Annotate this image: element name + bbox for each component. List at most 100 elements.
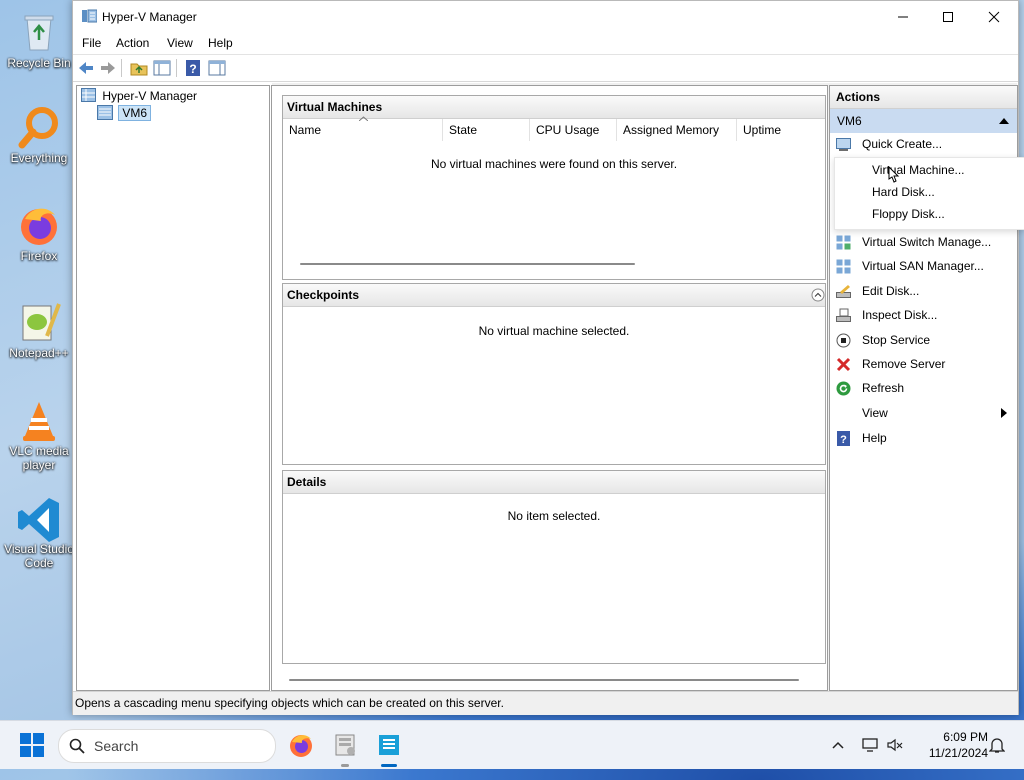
taskbar-search-box[interactable]: Search — [58, 729, 276, 763]
inspect-disk-icon — [836, 308, 851, 322]
chevron-up-icon[interactable] — [832, 741, 844, 749]
network-icon[interactable] — [862, 738, 878, 752]
menu-file[interactable]: File — [82, 36, 101, 50]
desktop-icon-label: VLC media player — [9, 444, 69, 472]
action-remove-server[interactable]: Remove Server — [830, 353, 1016, 375]
column-state[interactable]: State — [443, 119, 530, 141]
help-icon: ? — [837, 431, 850, 446]
close-button[interactable] — [971, 1, 1017, 32]
collapse-arrow-icon — [999, 118, 1009, 124]
desktop-icon-vscode[interactable]: Visual Studio Code — [0, 496, 78, 570]
toolbar-divider — [176, 59, 177, 77]
window-title: Hyper-V Manager — [102, 10, 197, 24]
show-hide-tree-icon[interactable] — [153, 59, 171, 77]
action-view[interactable]: View — [830, 402, 1016, 424]
checkpoints-section: Checkpoints No virtual machine selected. — [282, 283, 826, 465]
column-assigned-memory[interactable]: Assigned Memory — [617, 119, 737, 141]
desktop-icon-firefox[interactable]: Firefox — [0, 203, 78, 263]
submenu-item-hard-disk[interactable]: Hard Disk... — [872, 185, 935, 199]
search-placeholder: Search — [94, 738, 139, 754]
actions-section-label: VM6 — [837, 114, 862, 128]
quick-create-icon — [836, 138, 851, 151]
tree-item-hyperv-manager[interactable]: Hyper-V Manager — [81, 88, 197, 103]
menu-help[interactable]: Help — [208, 36, 233, 50]
tree-label: Hyper-V Manager — [102, 89, 198, 103]
title-bar[interactable]: Hyper-V Manager — [73, 1, 1018, 32]
stop-icon — [836, 333, 851, 348]
up-folder-icon[interactable] — [130, 59, 148, 77]
start-icon[interactable] — [20, 733, 44, 757]
tree-label: VM6 — [118, 105, 152, 121]
virtual-machines-section: Virtual Machines Name State CPU Usage As… — [282, 95, 826, 280]
taskbar-hyperv-icon[interactable] — [376, 732, 402, 758]
desktop-icon-vlc[interactable]: VLC media player — [0, 398, 78, 472]
desktop-icon-label: Everything — [10, 151, 68, 165]
san-icon — [836, 259, 851, 274]
scrollbar-thumb[interactable] — [300, 263, 635, 265]
actions-section-vm6[interactable]: VM6 — [830, 109, 1017, 133]
clock-date: 11/21/2024 — [928, 746, 988, 760]
empty-vm-message: No virtual machines were found on this s… — [430, 157, 678, 171]
desktop-icon-everything[interactable]: Everything — [0, 105, 78, 165]
column-name[interactable]: Name — [283, 119, 443, 141]
status-bar: Opens a cascading menu specifying object… — [73, 691, 1018, 715]
desktop-icon-notepadpp[interactable]: Notepad++ — [0, 300, 78, 360]
desktop-icon-recycle-bin[interactable]: Recycle Bin — [0, 10, 78, 70]
remove-icon — [836, 357, 851, 372]
center-horizontal-scrollbar[interactable] — [282, 676, 824, 684]
submenu-item-floppy-disk[interactable]: Floppy Disk... — [872, 207, 945, 221]
menu-view[interactable]: View — [167, 36, 193, 50]
menu-action[interactable]: Action — [116, 36, 149, 50]
taskbar-active-indicator — [341, 764, 349, 767]
desktop-icon-label: Firefox — [20, 249, 58, 263]
show-hide-action-pane-icon[interactable] — [208, 59, 226, 77]
action-virtual-switch-manager[interactable]: Virtual Switch Manage... — [830, 231, 1016, 253]
mouse-cursor-icon — [888, 166, 900, 183]
action-refresh[interactable]: Refresh — [830, 377, 1016, 399]
firefox-icon — [17, 203, 61, 247]
speaker-muted-icon[interactable] — [887, 738, 903, 752]
action-virtual-san-manager[interactable]: Virtual SAN Manager... — [830, 255, 1016, 277]
maximize-icon — [943, 11, 953, 22]
vlc-icon — [17, 398, 61, 442]
clock[interactable]: 6:09 PM 11/21/2024 — [912, 729, 988, 761]
maximize-button[interactable] — [925, 1, 971, 32]
desktop-icon-label: Notepad++ — [9, 346, 69, 360]
collapse-icon[interactable] — [811, 288, 825, 302]
scrollbar-thumb[interactable] — [289, 679, 799, 681]
refresh-icon — [836, 381, 851, 396]
clock-time: 6:09 PM — [943, 730, 988, 744]
forward-arrow-icon[interactable] — [99, 59, 117, 77]
back-arrow-icon[interactable] — [77, 59, 95, 77]
taskbar-file-explorer-icon[interactable] — [332, 732, 358, 758]
notepadpp-icon — [17, 300, 61, 344]
recycle-bin-icon — [17, 10, 61, 54]
column-cpu-usage[interactable]: CPU Usage — [530, 119, 617, 141]
action-quick-create[interactable]: Quick Create... — [830, 133, 1016, 155]
hyperv-manager-icon — [81, 88, 96, 102]
tree-item-vm6[interactable]: VM6 — [97, 105, 152, 121]
edit-disk-icon — [836, 285, 851, 298]
actions-header: Actions — [830, 86, 1017, 109]
action-edit-disk[interactable]: Edit Disk... — [830, 280, 1016, 302]
section-header: Details — [283, 471, 825, 494]
switch-icon — [836, 235, 851, 250]
toolbar-divider — [121, 59, 122, 77]
action-help[interactable]: ? Help — [830, 427, 1016, 449]
vm-table-header: Name State CPU Usage Assigned Memory Upt… — [283, 116, 825, 141]
hyperv-app-icon — [82, 9, 97, 23]
desktop-icon-label: Recycle Bin — [7, 56, 71, 70]
empty-details-message: No item selected. — [507, 509, 601, 523]
column-uptime[interactable]: Uptime — [737, 119, 825, 141]
vm-horizontal-scrollbar[interactable] — [283, 260, 825, 268]
svg-text:?: ? — [189, 62, 196, 76]
menu-bar: File Action View Help — [73, 32, 1018, 55]
minimize-button[interactable] — [880, 1, 926, 32]
search-icon — [69, 738, 85, 754]
help-icon[interactable]: ? — [184, 59, 202, 77]
details-section: Details No item selected. — [282, 470, 826, 664]
action-inspect-disk[interactable]: Inspect Disk... — [830, 304, 1016, 326]
action-stop-service[interactable]: Stop Service — [830, 329, 1016, 351]
notification-bell-icon[interactable] — [989, 736, 1005, 754]
taskbar-firefox-icon[interactable] — [288, 732, 314, 758]
